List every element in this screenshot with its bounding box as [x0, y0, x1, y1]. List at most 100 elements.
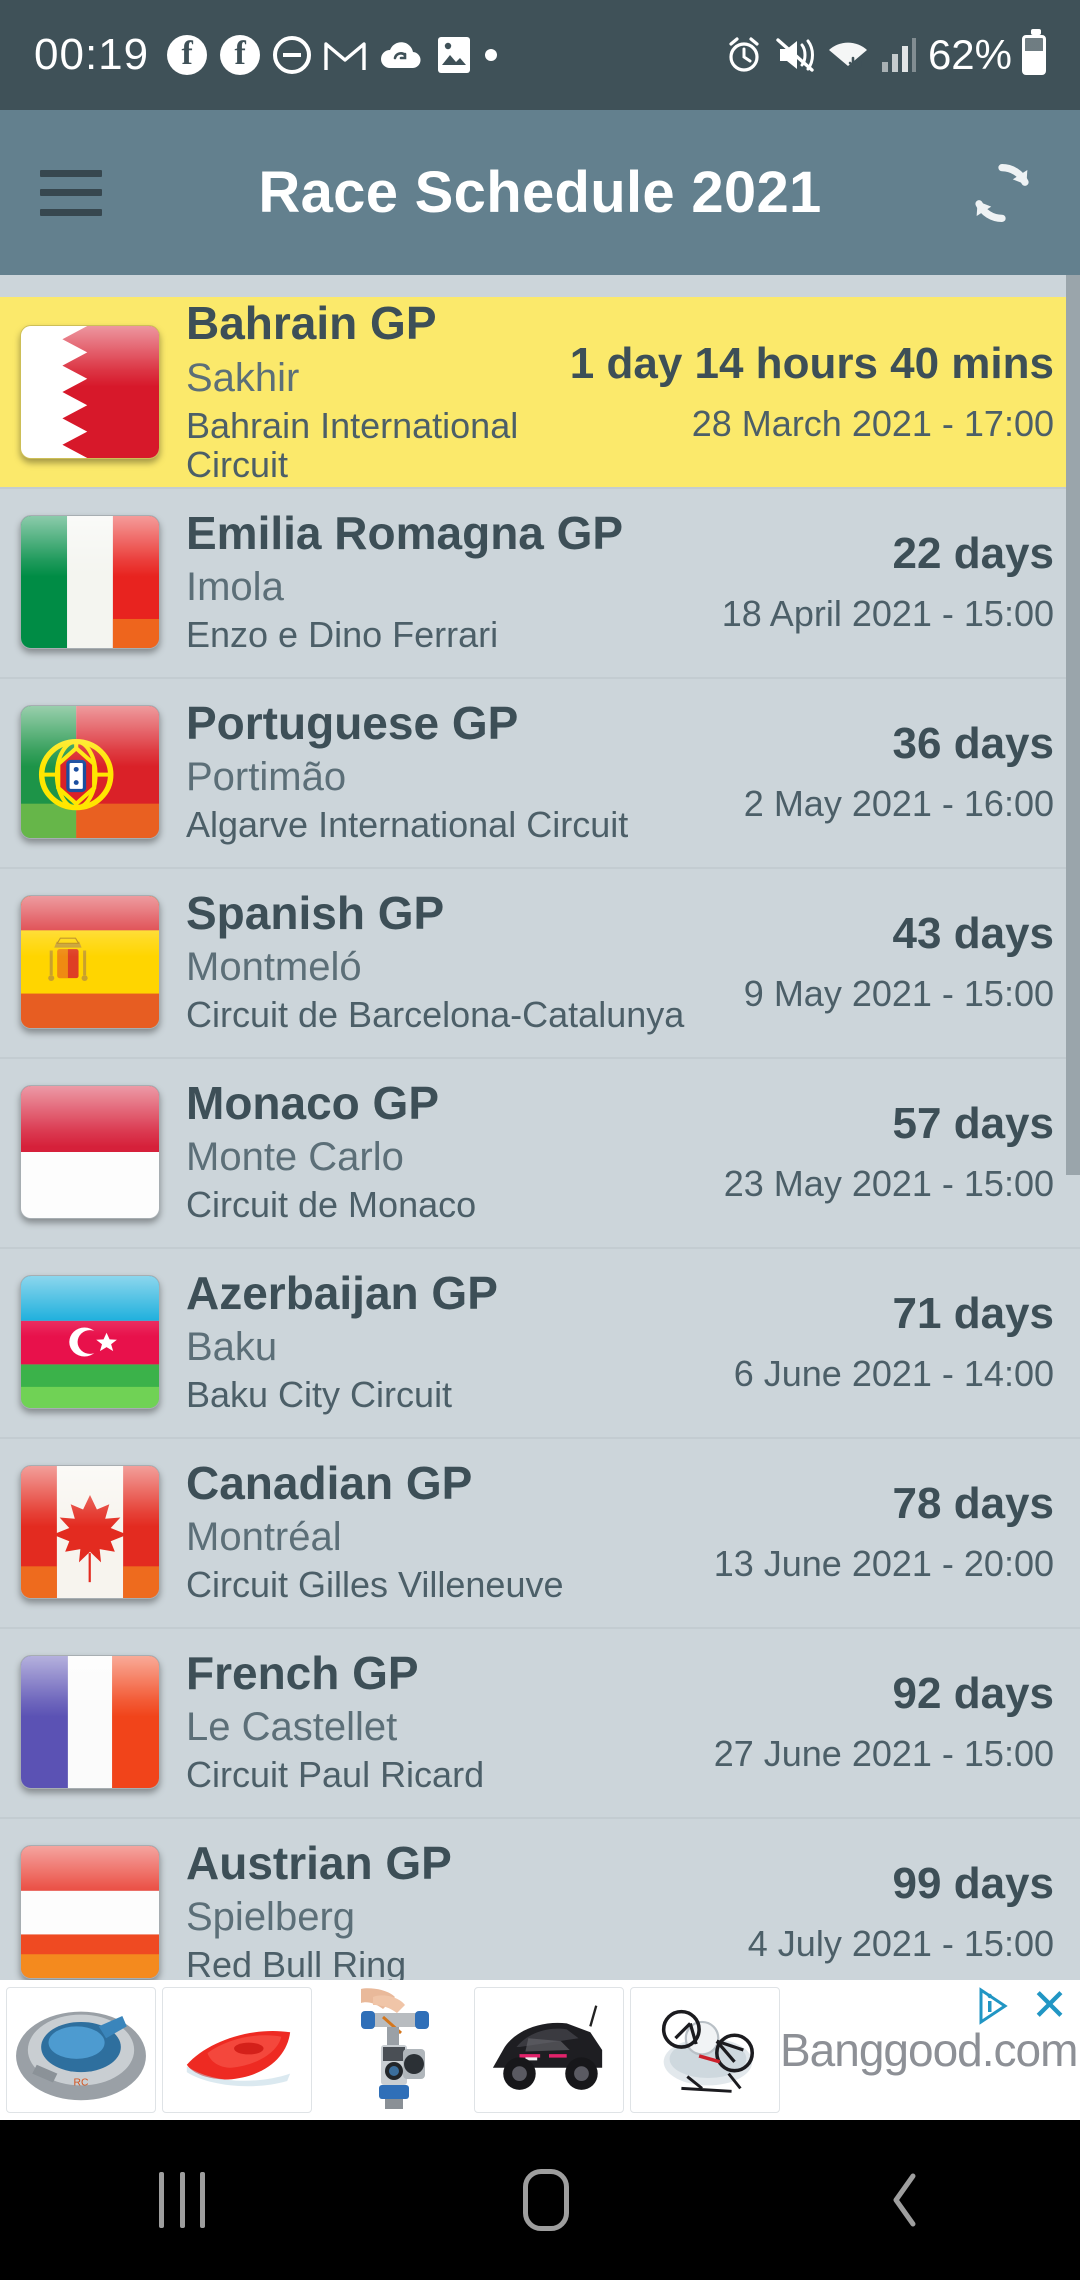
photo-icon — [436, 35, 472, 75]
race-name: Bahrain GP — [186, 297, 437, 350]
race-list[interactable]: Bahrain GP Sakhir Bahrain International … — [0, 275, 1080, 1980]
canada-flag — [20, 1465, 160, 1599]
svg-text:RC: RC — [74, 2077, 89, 2088]
race-datetime: 4 July 2021 - 15:00 — [747, 1923, 1054, 1965]
race-datetime: 6 June 2021 - 14:00 — [733, 1353, 1054, 1395]
monaco-flag — [20, 1085, 160, 1219]
race-timing: 22 days 18 April 2021 - 15:00 — [712, 529, 1054, 634]
vertical-scrollbar[interactable] — [1066, 275, 1080, 1175]
france-flag — [20, 1655, 160, 1789]
status-system-icons: 62% — [724, 29, 1046, 79]
race-row-canadian[interactable]: Canadian GP Montréal Circuit Gilles Vill… — [0, 1437, 1080, 1627]
camera-gimbal-thumbnail[interactable] — [318, 1987, 468, 2113]
race-info: French GP Le Castellet Circuit Paul Rica… — [186, 1649, 704, 1795]
race-name: Portuguese GP — [186, 697, 519, 750]
race-countdown: 71 days — [892, 1289, 1054, 1338]
dot-icon — [485, 49, 498, 61]
race-city: Le Castellet — [186, 1705, 398, 1750]
page-title: Race Schedule 2021 — [258, 160, 822, 225]
race-city: Imola — [186, 565, 284, 610]
alarm-icon — [724, 35, 764, 75]
race-timing: 92 days 27 June 2021 - 15:00 — [704, 1669, 1054, 1775]
ad-close-icon[interactable]: ✕ — [1031, 1984, 1068, 2028]
race-city: Sakhir — [186, 355, 300, 400]
adchoices-icon[interactable] — [975, 1986, 1015, 2026]
rc-boat-thumbnail[interactable] — [162, 1987, 312, 2113]
rc-hovercraft-thumbnail[interactable]: RC — [6, 1987, 156, 2113]
race-name: Spanish GP — [186, 887, 445, 940]
race-timing: 99 days 4 July 2021 - 15:00 — [738, 1859, 1054, 1965]
race-city: Monte Carlo — [186, 1135, 404, 1180]
rc-drone-thumbnail[interactable] — [630, 1987, 780, 2113]
system-navigation-bar — [0, 2120, 1080, 2280]
back-icon[interactable] — [887, 2170, 921, 2230]
race-countdown: 92 days — [892, 1669, 1054, 1718]
race-city: Montmeló — [186, 945, 362, 990]
race-row-french[interactable]: French GP Le Castellet Circuit Paul Rica… — [0, 1627, 1080, 1817]
race-row-emilia-romagna[interactable]: Emilia Romagna GP Imola Enzo e Dino Ferr… — [0, 487, 1080, 677]
phone-screen: 00:19 f f 62% Race Schedule 2021 Bahrain… — [0, 0, 1080, 2280]
race-circuit: Algarve International Circuit — [186, 804, 629, 846]
race-name: Monaco GP — [186, 1077, 440, 1130]
battery-percent-label: 62% — [927, 31, 1012, 78]
portugal-flag — [20, 705, 160, 839]
race-circuit: Bahrain International Circuit — [186, 404, 519, 486]
race-circuit: Circuit Gilles Villeneuve — [186, 1564, 564, 1606]
ad-controls: ✕ — [975, 1984, 1068, 2028]
race-countdown: 43 days — [892, 909, 1054, 958]
race-countdown: 78 days — [892, 1479, 1054, 1528]
race-info: Bahrain GP Sakhir Bahrain International … — [186, 297, 560, 486]
race-circuit: Circuit de Barcelona-Catalunya — [186, 994, 685, 1036]
race-row-bahrain[interactable]: Bahrain GP Sakhir Bahrain International … — [0, 297, 1080, 487]
race-row-portuguese[interactable]: Portuguese GP Portimão Algarve Internati… — [0, 677, 1080, 867]
race-row-azerbaijan[interactable]: Azerbaijan GP Baku Baku City Circuit 71 … — [0, 1247, 1080, 1437]
gmail-icon — [324, 38, 366, 72]
vibrate-mute-icon — [774, 36, 816, 74]
race-circuit: Red Bull Ring — [186, 1944, 407, 1980]
race-timing: 71 days 6 June 2021 - 14:00 — [724, 1289, 1054, 1395]
race-info: Canadian GP Montréal Circuit Gilles Vill… — [186, 1459, 704, 1605]
race-circuit: Circuit Paul Ricard — [186, 1754, 485, 1796]
race-datetime: 28 March 2021 - 17:00 — [691, 403, 1054, 445]
race-name: Austrian GP — [186, 1837, 452, 1890]
race-info: Azerbaijan GP Baku Baku City Circuit — [186, 1269, 724, 1415]
hamburger-menu-icon[interactable] — [40, 169, 102, 216]
ad-brand-label[interactable]: Banggood.com — [780, 2023, 1080, 2077]
ad-banner[interactable]: RC Banggood.com ✕ — [0, 1980, 1080, 2120]
race-row-spanish[interactable]: Spanish GP Montmeló Circuit de Barcelona… — [0, 867, 1080, 1057]
race-countdown: 99 days — [892, 1859, 1054, 1908]
race-name: Azerbaijan GP — [186, 1267, 498, 1320]
race-countdown: 1 day 14 hours 40 mins — [569, 339, 1054, 388]
status-clock: 00:19 — [34, 30, 150, 79]
ad-product-thumbnails: RC — [6, 1987, 780, 2113]
race-countdown: 36 days — [892, 719, 1054, 768]
race-circuit: Enzo e Dino Ferrari — [186, 614, 499, 656]
race-info: Austrian GP Spielberg Red Bull Ring — [186, 1839, 738, 1980]
race-circuit: Baku City Circuit — [186, 1374, 453, 1416]
facebook-icon: f — [167, 35, 208, 75]
race-city: Montréal — [186, 1515, 342, 1560]
do-not-disturb-icon — [273, 36, 312, 74]
race-name: Canadian GP — [186, 1457, 473, 1510]
race-city: Baku — [186, 1325, 278, 1370]
race-name: Emilia Romagna GP — [186, 507, 624, 560]
race-row-austrian[interactable]: Austrian GP Spielberg Red Bull Ring 99 d… — [0, 1817, 1080, 1980]
race-countdown: 57 days — [892, 1099, 1054, 1148]
austria-flag — [20, 1845, 160, 1979]
race-city: Spielberg — [186, 1895, 356, 1940]
app-bar: Race Schedule 2021 — [0, 110, 1080, 275]
bahrain-flag — [20, 325, 160, 459]
rc-car-thumbnail[interactable] — [474, 1987, 624, 2113]
race-datetime: 27 June 2021 - 15:00 — [713, 1733, 1054, 1775]
race-row-monaco[interactable]: Monaco GP Monte Carlo Circuit de Monaco … — [0, 1057, 1080, 1247]
recents-icon[interactable] — [159, 2172, 205, 2228]
battery-icon — [1022, 29, 1046, 75]
race-timing: 1 day 14 hours 40 mins 28 March 2021 - 1… — [560, 339, 1054, 445]
home-icon[interactable] — [523, 2169, 569, 2231]
race-city: Portimão — [186, 755, 347, 800]
italy-flag — [20, 515, 160, 649]
refresh-sync-icon[interactable] — [964, 155, 1040, 231]
facebook-icon: f — [220, 35, 261, 75]
race-timing: 36 days 2 May 2021 - 16:00 — [734, 719, 1054, 824]
cloud-sync-icon — [379, 38, 423, 72]
